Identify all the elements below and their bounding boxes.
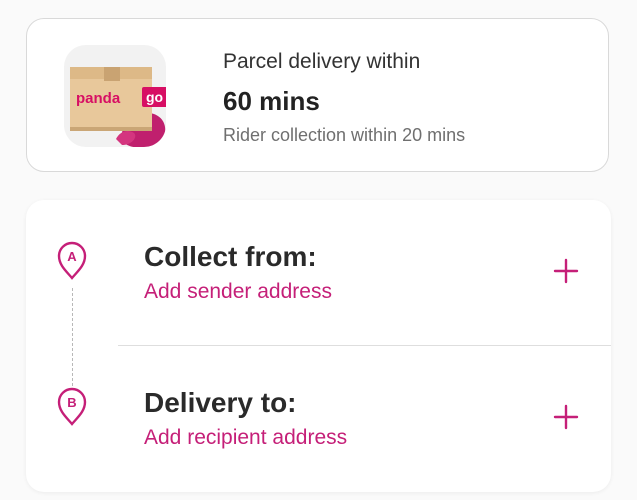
plus-icon[interactable] (553, 404, 579, 430)
marker-a-label: A (67, 249, 77, 264)
add-recipient-address-link[interactable]: Add recipient address (144, 425, 347, 451)
pandago-parcel-image: panda go (64, 45, 166, 147)
delivery-time-label: Parcel delivery within (223, 50, 421, 73)
delivery-time-value: 60 mins (223, 86, 320, 116)
marker-b-label: B (67, 395, 76, 410)
location-pin-b-icon: B (57, 387, 87, 426)
route-dashed-line (72, 288, 73, 386)
delivery-info-card: panda go Parcel delivery within 60 mins … (26, 18, 609, 172)
address-card: A Collect from: Add sender address B Del… (26, 200, 611, 492)
logo-text-go: go (146, 89, 163, 105)
page: panda go Parcel delivery within 60 mins … (0, 0, 637, 500)
collect-from-row[interactable]: A Collect from: Add sender address (26, 230, 611, 350)
collect-from-title: Collect from: (144, 241, 317, 272)
add-sender-address-link[interactable]: Add sender address (144, 279, 332, 305)
location-pin-a-icon: A (57, 241, 87, 280)
logo-text-panda: panda (76, 90, 121, 107)
row-divider (118, 345, 611, 346)
rider-collection-note: Rider collection within 20 mins (223, 125, 466, 145)
delivery-to-title: Delivery to: (144, 387, 297, 418)
parcel-box-icon: panda go (70, 67, 166, 147)
plus-icon[interactable] (553, 258, 579, 284)
delivery-info-text: Parcel delivery within 60 mins Rider col… (223, 49, 465, 147)
delivery-to-row[interactable]: B Delivery to: Add recipient address (26, 376, 611, 496)
